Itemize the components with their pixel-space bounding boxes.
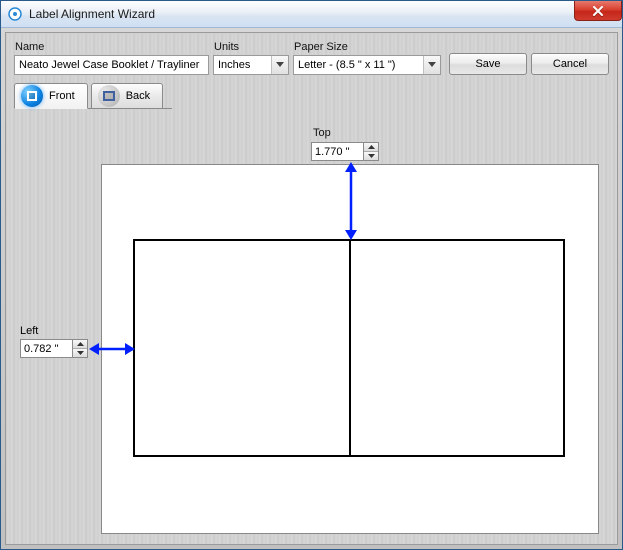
label-outline <box>133 239 565 457</box>
left-offset-input[interactable] <box>20 339 72 358</box>
chevron-down-icon <box>271 56 288 74</box>
close-icon <box>592 6 604 16</box>
cancel-button[interactable]: Cancel <box>531 53 609 75</box>
preview-canvas: Top Left <box>6 117 617 540</box>
top-offset-stepper[interactable] <box>311 142 379 161</box>
label-alignment-wizard-window: Label Alignment Wizard Name Units <box>0 0 623 550</box>
units-select[interactable] <box>213 55 289 75</box>
app-icon <box>7 6 23 22</box>
label-fold-line <box>349 241 351 455</box>
name-input[interactable] <box>14 55 209 75</box>
name-label: Name <box>14 41 209 53</box>
save-button[interactable]: Save <box>449 53 527 75</box>
settings-row: Name Units Paper Size <box>6 33 617 75</box>
spin-down-icon[interactable] <box>73 349 87 357</box>
window-title: Label Alignment Wizard <box>29 7 155 21</box>
chevron-down-icon <box>423 56 440 74</box>
client-area: Name Units Paper Size <box>5 32 618 545</box>
top-offset-label: Top <box>313 127 331 139</box>
paper-size-field-group: Paper Size <box>293 41 441 75</box>
tab-bar: Front Back <box>6 75 617 109</box>
front-cover-icon <box>21 85 43 107</box>
titlebar: Label Alignment Wizard <box>1 1 622 28</box>
name-field-group: Name <box>14 41 209 75</box>
close-button[interactable] <box>574 1 622 21</box>
left-offset-spinner[interactable] <box>72 339 88 358</box>
left-offset-label: Left <box>20 325 38 337</box>
spin-up-icon[interactable] <box>73 340 87 349</box>
tab-front[interactable]: Front <box>14 83 88 109</box>
paper-size-label: Paper Size <box>293 41 441 53</box>
tab-back-label: Back <box>126 90 150 102</box>
back-cover-icon <box>98 85 120 107</box>
top-offset-spinner[interactable] <box>363 142 379 161</box>
left-offset-arrow-icon <box>89 342 135 356</box>
tab-back[interactable]: Back <box>91 83 163 109</box>
units-label: Units <box>213 41 289 53</box>
tab-front-label: Front <box>49 90 75 102</box>
top-offset-input[interactable] <box>311 142 363 161</box>
spin-up-icon[interactable] <box>364 143 378 152</box>
units-field-group: Units <box>213 41 289 75</box>
left-offset-stepper[interactable] <box>20 339 88 358</box>
top-offset-arrow-icon <box>344 162 358 240</box>
spin-down-icon[interactable] <box>364 152 378 160</box>
paper-size-value[interactable] <box>293 55 441 75</box>
paper-size-select[interactable] <box>293 55 441 75</box>
